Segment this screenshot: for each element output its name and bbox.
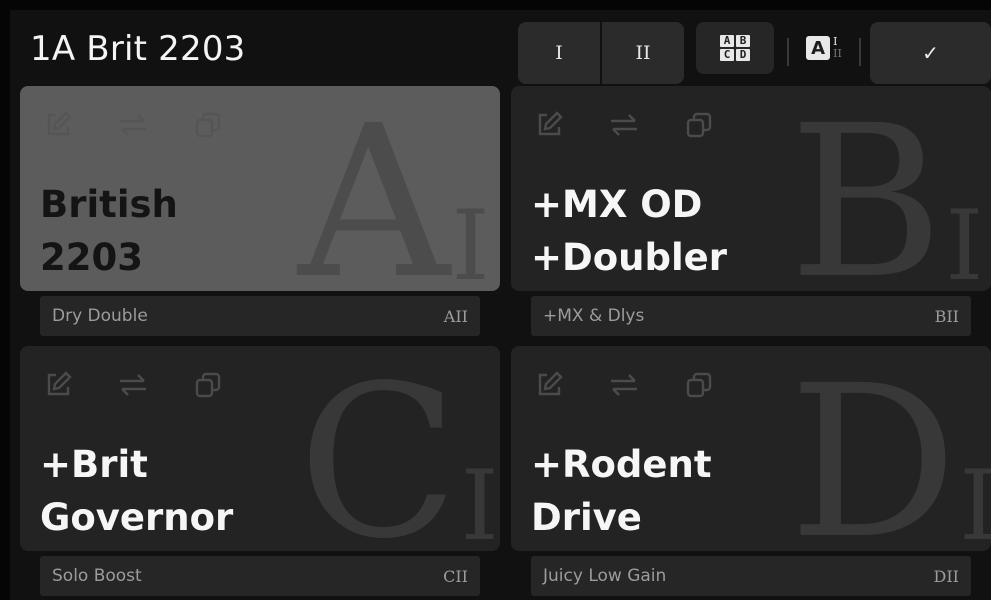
- scene-name-line-1: +Rodent: [531, 443, 712, 486]
- copy-icon[interactable]: [194, 371, 222, 399]
- preset-screen: 1A Brit 2203 I II A B C D A I II ✓ A I B…: [10, 10, 991, 600]
- check-icon: ✓: [922, 41, 939, 65]
- scene-roman: I: [451, 190, 490, 291]
- swap-icon[interactable]: [608, 111, 640, 139]
- copy-icon[interactable]: [685, 111, 713, 139]
- subscene-b[interactable]: +MX & Dlys BII: [531, 296, 971, 336]
- scene-card-a[interactable]: A I British 2203: [20, 86, 500, 291]
- card-tools: [535, 111, 713, 139]
- scene-name: +Brit Governor: [40, 438, 340, 544]
- ai-icon-roman: I II: [833, 36, 842, 60]
- swap-icon[interactable]: [117, 111, 149, 139]
- subscene-d[interactable]: Juicy Low Gain DII: [531, 556, 971, 596]
- subscene-code: DII: [933, 566, 959, 586]
- ai-icon-letter: A: [806, 36, 831, 60]
- swap-icon[interactable]: [608, 371, 640, 399]
- scene-name-line-1: +MX OD: [531, 183, 703, 226]
- scene-grid-button[interactable]: A B C D: [696, 22, 774, 74]
- subscene-code: CII: [443, 566, 468, 586]
- scene-roman: I: [959, 450, 991, 551]
- preset-title: 1A Brit 2203: [30, 29, 246, 69]
- subscene-label: Dry Double: [52, 306, 148, 326]
- scene-roman: I: [945, 190, 984, 291]
- scene-name: +Rodent Drive: [531, 438, 831, 544]
- subscene-label: Solo Boost: [52, 566, 142, 586]
- scene-name-line-1: British: [40, 183, 178, 226]
- abcd-grid-icon: A B C D: [720, 35, 750, 61]
- swap-icon[interactable]: [117, 371, 149, 399]
- scene-card-c[interactable]: C I +Brit Governor: [20, 346, 500, 551]
- subscene-label: +MX & Dlys: [543, 306, 645, 326]
- subscene-a[interactable]: Dry Double AII: [40, 296, 480, 336]
- subscene-c[interactable]: Solo Boost CII: [40, 556, 480, 596]
- scene-name-line-2: 2203: [40, 236, 143, 279]
- scene-name-line-2: Governor: [40, 496, 234, 539]
- edit-icon[interactable]: [535, 371, 563, 399]
- card-tools: [535, 371, 713, 399]
- confirm-button[interactable]: ✓: [870, 22, 991, 84]
- scene-name: British 2203: [40, 178, 340, 284]
- toggle-option-ii[interactable]: II: [602, 22, 684, 84]
- edit-icon[interactable]: [44, 371, 72, 399]
- scene-ab-button[interactable]: A I II: [791, 22, 857, 74]
- subscene-code: AII: [443, 306, 468, 326]
- card-tools: [44, 111, 222, 139]
- grid-letter-b: B: [736, 35, 750, 47]
- scene-name-line-2: +Doubler: [531, 236, 727, 279]
- scene-roman: I: [460, 450, 499, 551]
- scene-card-b[interactable]: B I +MX OD +Doubler: [511, 86, 991, 291]
- scene-name-line-2: Drive: [531, 496, 642, 539]
- edit-icon[interactable]: [535, 111, 563, 139]
- copy-icon[interactable]: [685, 371, 713, 399]
- ai-roman-bottom: II: [833, 47, 842, 60]
- toolbar-separator: [787, 38, 789, 66]
- bank-toggle: I II: [518, 22, 684, 84]
- copy-icon[interactable]: [194, 111, 222, 139]
- scene-card-d[interactable]: D I +Rodent Drive: [511, 346, 991, 551]
- scene-name: +MX OD +Doubler: [531, 178, 831, 284]
- grid-letter-a: A: [720, 35, 734, 47]
- grid-letter-c: C: [720, 49, 734, 61]
- subscene-code: BII: [934, 306, 959, 326]
- card-tools: [44, 371, 222, 399]
- grid-letter-d: D: [736, 49, 750, 61]
- scene-ab-icon: A I II: [806, 36, 842, 60]
- scene-name-line-1: +Brit: [40, 443, 148, 486]
- subscene-label: Juicy Low Gain: [543, 566, 667, 586]
- toolbar-separator: [859, 38, 861, 66]
- edit-icon[interactable]: [44, 111, 72, 139]
- toggle-option-i[interactable]: I: [518, 22, 600, 84]
